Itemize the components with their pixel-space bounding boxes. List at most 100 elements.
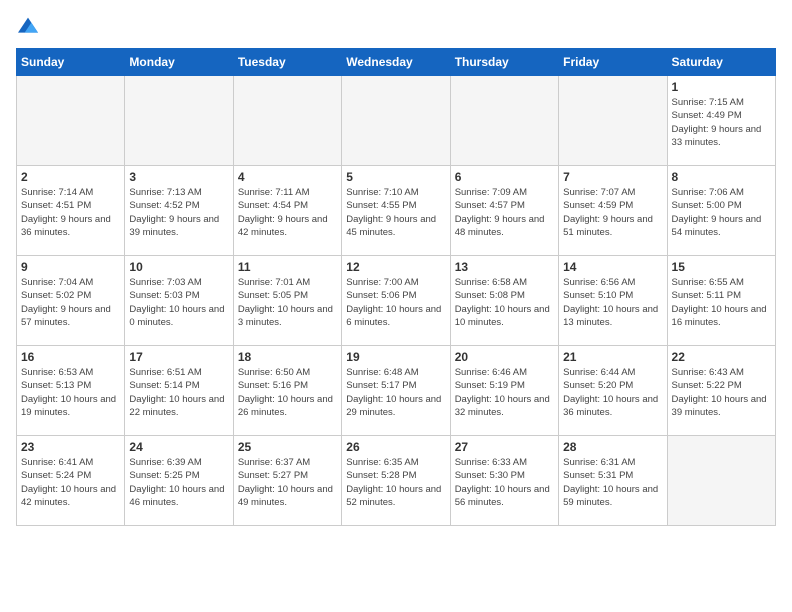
calendar-cell: 21 Sunrise: 6:44 AM Sunset: 5:20 PM Dayli… xyxy=(559,346,667,436)
day-info: Sunrise: 6:35 AM Sunset: 5:28 PM Dayligh… xyxy=(346,456,445,509)
day-info: Sunrise: 7:13 AM Sunset: 4:52 PM Dayligh… xyxy=(129,186,228,239)
day-info: Sunrise: 6:58 AM Sunset: 5:08 PM Dayligh… xyxy=(455,276,554,329)
calendar-cell: 18 Sunrise: 6:50 AM Sunset: 5:16 PM Dayli… xyxy=(233,346,341,436)
day-number: 12 xyxy=(346,260,445,274)
weekday-header: Wednesday xyxy=(342,49,450,76)
logo xyxy=(16,16,44,36)
weekday-header: Monday xyxy=(125,49,233,76)
day-info: Sunrise: 6:44 AM Sunset: 5:20 PM Dayligh… xyxy=(563,366,662,419)
day-info: Sunrise: 7:14 AM Sunset: 4:51 PM Dayligh… xyxy=(21,186,120,239)
day-info: Sunrise: 6:46 AM Sunset: 5:19 PM Dayligh… xyxy=(455,366,554,419)
calendar-cell xyxy=(342,76,450,166)
calendar-week-row: 2 Sunrise: 7:14 AM Sunset: 4:51 PM Daylig… xyxy=(17,166,776,256)
day-info: Sunrise: 6:31 AM Sunset: 5:31 PM Dayligh… xyxy=(563,456,662,509)
calendar-week-row: 23 Sunrise: 6:41 AM Sunset: 5:24 PM Dayli… xyxy=(17,436,776,526)
calendar-cell: 28 Sunrise: 6:31 AM Sunset: 5:31 PM Dayli… xyxy=(559,436,667,526)
day-info: Sunrise: 7:01 AM Sunset: 5:05 PM Dayligh… xyxy=(238,276,337,329)
calendar-cell xyxy=(125,76,233,166)
day-number: 4 xyxy=(238,170,337,184)
logo-icon xyxy=(16,16,40,36)
day-info: Sunrise: 6:53 AM Sunset: 5:13 PM Dayligh… xyxy=(21,366,120,419)
calendar-cell: 13 Sunrise: 6:58 AM Sunset: 5:08 PM Dayli… xyxy=(450,256,558,346)
day-number: 15 xyxy=(672,260,771,274)
calendar-cell: 22 Sunrise: 6:43 AM Sunset: 5:22 PM Dayli… xyxy=(667,346,775,436)
day-number: 17 xyxy=(129,350,228,364)
day-number: 11 xyxy=(238,260,337,274)
day-info: Sunrise: 7:09 AM Sunset: 4:57 PM Dayligh… xyxy=(455,186,554,239)
day-number: 6 xyxy=(455,170,554,184)
calendar-cell: 16 Sunrise: 6:53 AM Sunset: 5:13 PM Dayli… xyxy=(17,346,125,436)
day-info: Sunrise: 6:33 AM Sunset: 5:30 PM Dayligh… xyxy=(455,456,554,509)
day-number: 8 xyxy=(672,170,771,184)
day-number: 13 xyxy=(455,260,554,274)
calendar-cell: 27 Sunrise: 6:33 AM Sunset: 5:30 PM Dayli… xyxy=(450,436,558,526)
day-info: Sunrise: 7:15 AM Sunset: 4:49 PM Dayligh… xyxy=(672,96,771,149)
calendar-cell: 17 Sunrise: 6:51 AM Sunset: 5:14 PM Dayli… xyxy=(125,346,233,436)
day-info: Sunrise: 6:50 AM Sunset: 5:16 PM Dayligh… xyxy=(238,366,337,419)
weekday-header: Friday xyxy=(559,49,667,76)
day-number: 19 xyxy=(346,350,445,364)
day-number: 25 xyxy=(238,440,337,454)
calendar-cell xyxy=(450,76,558,166)
weekday-header: Tuesday xyxy=(233,49,341,76)
calendar-cell: 24Sunrise: 6:39 AM Sunset: 5:25 PM Dayli… xyxy=(125,436,233,526)
day-number: 23 xyxy=(21,440,120,454)
day-info: Sunrise: 7:11 AM Sunset: 4:54 PM Dayligh… xyxy=(238,186,337,239)
day-info: Sunrise: 6:48 AM Sunset: 5:17 PM Dayligh… xyxy=(346,366,445,419)
calendar-cell: 2 Sunrise: 7:14 AM Sunset: 4:51 PM Daylig… xyxy=(17,166,125,256)
calendar-cell xyxy=(559,76,667,166)
calendar-cell: 15 Sunrise: 6:55 AM Sunset: 5:11 PM Dayli… xyxy=(667,256,775,346)
day-info: Sunrise: 7:06 AM Sunset: 5:00 PM Dayligh… xyxy=(672,186,771,239)
calendar-week-row: 1 Sunrise: 7:15 AM Sunset: 4:49 PM Daylig… xyxy=(17,76,776,166)
calendar-cell: 12 Sunrise: 7:00 AM Sunset: 5:06 PM Dayli… xyxy=(342,256,450,346)
day-info: Sunrise: 7:03 AM Sunset: 5:03 PM Dayligh… xyxy=(129,276,228,329)
day-info: Sunrise: 6:51 AM Sunset: 5:14 PM Dayligh… xyxy=(129,366,228,419)
calendar-cell: 23 Sunrise: 6:41 AM Sunset: 5:24 PM Dayli… xyxy=(17,436,125,526)
day-number: 22 xyxy=(672,350,771,364)
calendar-cell: 3Sunrise: 7:13 AM Sunset: 4:52 PM Daylig… xyxy=(125,166,233,256)
calendar-cell: 11 Sunrise: 7:01 AM Sunset: 5:05 PM Dayli… xyxy=(233,256,341,346)
day-number: 16 xyxy=(21,350,120,364)
day-number: 5 xyxy=(346,170,445,184)
day-info: Sunrise: 6:55 AM Sunset: 5:11 PM Dayligh… xyxy=(672,276,771,329)
calendar-cell: 9 Sunrise: 7:04 AM Sunset: 5:02 PM Daylig… xyxy=(17,256,125,346)
calendar-cell: 4 Sunrise: 7:11 AM Sunset: 4:54 PM Daylig… xyxy=(233,166,341,256)
day-info: Sunrise: 6:39 AM Sunset: 5:25 PM Dayligh… xyxy=(129,456,228,509)
calendar-week-row: 16 Sunrise: 6:53 AM Sunset: 5:13 PM Dayli… xyxy=(17,346,776,436)
calendar-table: SundayMondayTuesdayWednesdayThursdayFrid… xyxy=(16,48,776,526)
day-info: Sunrise: 7:07 AM Sunset: 4:59 PM Dayligh… xyxy=(563,186,662,239)
calendar-cell: 26Sunrise: 6:35 AM Sunset: 5:28 PM Dayli… xyxy=(342,436,450,526)
calendar-week-row: 9 Sunrise: 7:04 AM Sunset: 5:02 PM Daylig… xyxy=(17,256,776,346)
calendar-cell: 7 Sunrise: 7:07 AM Sunset: 4:59 PM Daylig… xyxy=(559,166,667,256)
calendar-cell: 5 Sunrise: 7:10 AM Sunset: 4:55 PM Daylig… xyxy=(342,166,450,256)
calendar-cell: 8 Sunrise: 7:06 AM Sunset: 5:00 PM Daylig… xyxy=(667,166,775,256)
day-info: Sunrise: 6:43 AM Sunset: 5:22 PM Dayligh… xyxy=(672,366,771,419)
day-info: Sunrise: 7:10 AM Sunset: 4:55 PM Dayligh… xyxy=(346,186,445,239)
day-number: 27 xyxy=(455,440,554,454)
day-number: 9 xyxy=(21,260,120,274)
day-info: Sunrise: 7:00 AM Sunset: 5:06 PM Dayligh… xyxy=(346,276,445,329)
calendar-cell: 1 Sunrise: 7:15 AM Sunset: 4:49 PM Daylig… xyxy=(667,76,775,166)
day-info: Sunrise: 6:56 AM Sunset: 5:10 PM Dayligh… xyxy=(563,276,662,329)
day-info: Sunrise: 7:04 AM Sunset: 5:02 PM Dayligh… xyxy=(21,276,120,329)
calendar-cell xyxy=(233,76,341,166)
day-number: 7 xyxy=(563,170,662,184)
day-info: Sunrise: 6:41 AM Sunset: 5:24 PM Dayligh… xyxy=(21,456,120,509)
weekday-header: Sunday xyxy=(17,49,125,76)
day-number: 20 xyxy=(455,350,554,364)
calendar-cell: 25 Sunrise: 6:37 AM Sunset: 5:27 PM Dayli… xyxy=(233,436,341,526)
calendar-cell: 14 Sunrise: 6:56 AM Sunset: 5:10 PM Dayli… xyxy=(559,256,667,346)
day-number: 1 xyxy=(672,80,771,94)
day-info: Sunrise: 6:37 AM Sunset: 5:27 PM Dayligh… xyxy=(238,456,337,509)
day-number: 21 xyxy=(563,350,662,364)
day-number: 2 xyxy=(21,170,120,184)
day-number: 14 xyxy=(563,260,662,274)
calendar-cell: 10Sunrise: 7:03 AM Sunset: 5:03 PM Dayli… xyxy=(125,256,233,346)
calendar-cell: 20 Sunrise: 6:46 AM Sunset: 5:19 PM Dayli… xyxy=(450,346,558,436)
day-number: 18 xyxy=(238,350,337,364)
day-number: 28 xyxy=(563,440,662,454)
calendar-cell: 6 Sunrise: 7:09 AM Sunset: 4:57 PM Daylig… xyxy=(450,166,558,256)
calendar-cell: 19 Sunrise: 6:48 AM Sunset: 5:17 PM Dayli… xyxy=(342,346,450,436)
weekday-header: Saturday xyxy=(667,49,775,76)
weekday-header-row: SundayMondayTuesdayWednesdayThursdayFrid… xyxy=(17,49,776,76)
